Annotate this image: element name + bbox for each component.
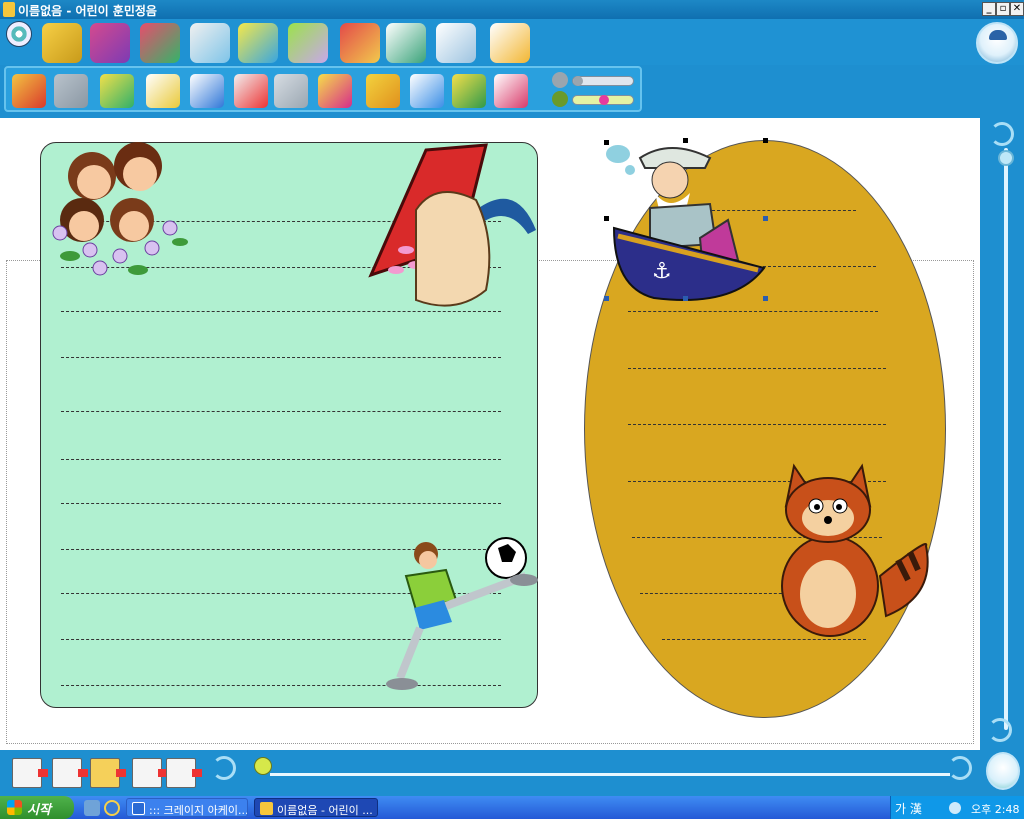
- family-flowers-clipart[interactable]: [40, 138, 190, 288]
- writing-line: [61, 357, 501, 358]
- paint-icon[interactable]: [238, 23, 278, 63]
- scroll-thumb[interactable]: [998, 150, 1014, 166]
- cellphone-clipart[interactable]: [366, 140, 542, 312]
- taskbar-task[interactable]: ::: 크레이지 아케이...: [126, 798, 248, 817]
- start-button[interactable]: 시작: [0, 796, 74, 819]
- page-next-button[interactable]: [132, 758, 168, 788]
- cube-icon[interactable]: [140, 23, 180, 63]
- dog-icon[interactable]: [436, 23, 476, 63]
- transparency-icon: [552, 72, 568, 88]
- stars-icon[interactable]: [288, 23, 328, 63]
- selection-handle[interactable]: [763, 296, 768, 301]
- page-delete-button[interactable]: [166, 758, 202, 788]
- zoom-slider-knob[interactable]: [599, 95, 609, 105]
- picture-frame-icon[interactable]: [100, 74, 134, 108]
- start-label: 시작: [27, 803, 51, 818]
- selection-handle[interactable]: [683, 296, 688, 301]
- folder-icon[interactable]: [42, 23, 82, 63]
- system-tray: 가 漢 오후 2:48: [890, 796, 1024, 819]
- ime-indicator[interactable]: 가 漢: [895, 800, 922, 817]
- window-title: 이름없음 - 어린이 훈민정음: [18, 4, 157, 18]
- book-icon[interactable]: [386, 23, 426, 63]
- bird-icon[interactable]: [490, 23, 530, 63]
- clock: 오후 2:48: [971, 803, 1020, 816]
- writing-line: [61, 411, 501, 412]
- ie-browser-icon[interactable]: [104, 800, 120, 816]
- task-label: ::: 크레이지 아케이...: [149, 804, 248, 817]
- insert-icon[interactable]: [234, 74, 268, 108]
- writing-line: [628, 424, 886, 425]
- close-button[interactable]: ✕: [1010, 2, 1024, 16]
- cd-icon[interactable]: [6, 21, 32, 47]
- selection-handle[interactable]: [604, 296, 609, 301]
- raccoon-clipart[interactable]: [770, 456, 932, 642]
- layers-icon[interactable]: [494, 74, 528, 108]
- windows-logo-icon: [7, 800, 22, 815]
- taskbar: 시작 ::: 크레이지 아케이... 이름없음 - 어린이 ... 가 漢 오후…: [0, 796, 1024, 819]
- swirl-ornament-icon: [990, 122, 1014, 146]
- house-icon[interactable]: [90, 23, 130, 63]
- task-label: 이름없음 - 어린이 ...: [277, 804, 373, 817]
- undo-icon[interactable]: [12, 74, 46, 108]
- vertical-scrollbar[interactable]: [1004, 148, 1008, 730]
- bee-icon[interactable]: [146, 74, 180, 108]
- swirl-ornament-icon: [988, 718, 1012, 742]
- show-desktop-icon[interactable]: [84, 800, 100, 816]
- soccer-player-clipart[interactable]: [376, 536, 540, 696]
- page-marker-icon[interactable]: [254, 757, 272, 775]
- transparency-slider[interactable]: [572, 76, 634, 86]
- svg-text:⚓: ⚓: [652, 259, 672, 284]
- right-scroll-rail: [980, 118, 1024, 750]
- align-left-icon[interactable]: [318, 74, 352, 108]
- edit-toolbar: [4, 66, 642, 112]
- tray-arrow-icon[interactable]: [949, 802, 961, 814]
- writing-line: [628, 311, 878, 312]
- taskbar-task-active[interactable]: 이름없음 - 어린이 ...: [254, 798, 378, 817]
- selection-handle[interactable]: [604, 140, 609, 145]
- table-icon[interactable]: [190, 23, 230, 63]
- title-bar: 이름없음 - 어린이 훈민정음 _ ▫ ✕: [0, 0, 1024, 19]
- selection-handle[interactable]: [683, 138, 688, 143]
- page-add-button[interactable]: [52, 758, 88, 788]
- minimize-button[interactable]: _: [982, 2, 996, 16]
- transparency-slider-knob[interactable]: [573, 76, 583, 86]
- browser-task-icon: [132, 802, 145, 815]
- copy-icon[interactable]: [274, 74, 308, 108]
- app-task-icon: [260, 802, 273, 815]
- writing-line: [61, 503, 501, 504]
- zoom-slider[interactable]: [572, 95, 634, 105]
- picture-bird-icon[interactable]: [190, 74, 224, 108]
- align-center-icon[interactable]: [366, 74, 400, 108]
- front-back-icon[interactable]: [410, 74, 444, 108]
- selection-handle[interactable]: [604, 216, 609, 221]
- selection-handle[interactable]: [763, 138, 768, 143]
- page-timeline[interactable]: [270, 773, 950, 776]
- preview-globe-icon[interactable]: [986, 752, 1020, 790]
- redo-icon[interactable]: [54, 74, 88, 108]
- writing-line: [628, 368, 886, 369]
- restore-button[interactable]: ▫: [996, 2, 1010, 16]
- page-prev-button[interactable]: [12, 758, 48, 788]
- main-toolbar: [0, 19, 1024, 65]
- zoom-icon: [552, 91, 568, 107]
- sailor-boat-clipart[interactable]: ⚓: [600, 138, 770, 302]
- writing-line: [61, 459, 501, 460]
- app-icon: [3, 2, 15, 17]
- user-avatar[interactable]: [976, 22, 1018, 64]
- cards-icon[interactable]: [340, 23, 380, 63]
- group-icon[interactable]: [452, 74, 486, 108]
- swirl-ornament-icon: [948, 756, 972, 780]
- page-copy-button[interactable]: [90, 758, 126, 788]
- selection-handle[interactable]: [763, 216, 768, 221]
- swirl-ornament-icon: [212, 756, 236, 780]
